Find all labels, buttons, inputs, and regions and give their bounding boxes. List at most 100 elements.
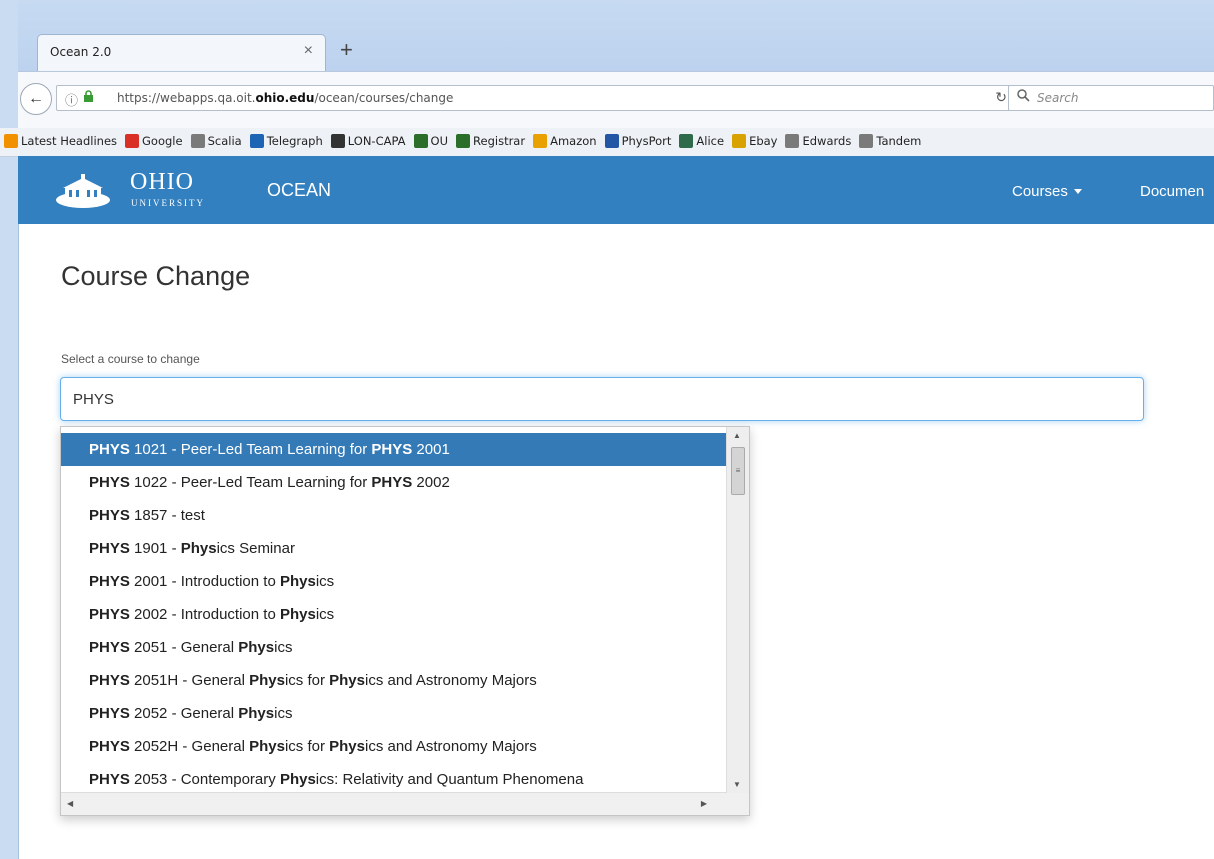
bookmark-tandem[interactable]: Tandem: [859, 134, 921, 148]
suggestion-item[interactable]: PHYS 1022 - Peer-Led Team Learning for P…: [61, 466, 727, 499]
scroll-down-arrow-icon[interactable]: ▼: [733, 780, 741, 789]
bookmark-alice[interactable]: Alice: [679, 134, 724, 148]
globe-icon: [859, 134, 874, 148]
suggestion-text: ics and Astronomy Majors: [365, 672, 537, 689]
bookmark-physport[interactable]: PhysPort: [604, 134, 672, 148]
page-title: Course Change: [61, 261, 251, 291]
scroll-right-arrow-icon[interactable]: ▶: [701, 799, 707, 808]
logo-ohio[interactable]: OHIO: [130, 169, 194, 196]
gift-icon: [732, 134, 747, 148]
match-highlight: Phys: [329, 672, 365, 689]
reload-icon[interactable]: ↻: [995, 89, 1007, 106]
bookmark-google[interactable]: Google: [125, 134, 183, 148]
match-highlight: Phys: [249, 672, 285, 689]
bookmark-amazon[interactable]: Amazon: [533, 134, 597, 148]
suggestion-text: ics: [274, 639, 293, 656]
browser-search-box[interactable]: Search: [1008, 85, 1214, 111]
nav-documents[interactable]: Documen: [1140, 183, 1204, 200]
suggestion-text: 1022 - Peer-Led Team Learning for: [129, 474, 372, 491]
suggestion-text: 1021 - Peer-Led Team Learning for: [129, 441, 372, 458]
url-bar[interactable]: ⓘ https://webapps.qa.oit.ohio.edu/ocean/…: [56, 85, 1018, 111]
close-icon[interactable]: ×: [304, 42, 313, 60]
bookmark-label: OU: [430, 134, 449, 148]
match-highlight: Phys: [329, 738, 365, 755]
match-highlight: Phys: [279, 606, 316, 623]
suggestion-text: ics: Relativity and Quantum Phenomena: [315, 771, 584, 788]
search-icon: [1017, 89, 1030, 105]
suggestion-text: ics Seminar: [216, 540, 295, 557]
match-highlight: PHYS: [371, 474, 413, 491]
caret-down-icon: [1073, 189, 1082, 194]
browser-window: Ocean 2.0 × + ← ⓘ https://webapps.qa.oit…: [0, 0, 1214, 859]
tab-ocean[interactable]: Ocean 2.0 ×: [37, 34, 326, 71]
match-highlight: PHYS: [89, 672, 130, 689]
bookmark-label: Ebay: [749, 134, 778, 148]
suggestion-item[interactable]: PHYS 2002 - Introduction to Physics: [61, 598, 727, 631]
course-field-label: Select a course to change: [61, 352, 200, 366]
course-search-input[interactable]: [60, 377, 1144, 421]
app-navbar: OHIO UNIVERSITY OCEAN Courses Documen: [18, 156, 1214, 224]
suggestion-text: 2001 - Introduction to: [129, 573, 280, 590]
suggestion-item[interactable]: PHYS 2001 - Introduction to Physics: [61, 565, 727, 598]
telegraph-icon: [249, 134, 264, 148]
logo-university[interactable]: UNIVERSITY: [131, 198, 205, 208]
match-highlight: PHYS: [89, 540, 130, 557]
match-highlight: PHYS: [89, 606, 130, 623]
horizontal-scrollbar[interactable]: ◀ ▶: [61, 792, 727, 815]
bookmark-telegraph[interactable]: Telegraph: [249, 134, 323, 148]
suggestion-text: 2002: [412, 474, 450, 491]
bookmark-label: Alice: [696, 134, 725, 148]
suggestion-item[interactable]: PHYS 2051 - General Physics: [61, 631, 727, 664]
bookmark-label: PhysPort: [621, 134, 672, 148]
loncapa-icon: [330, 134, 345, 148]
match-highlight: PHYS: [89, 441, 130, 458]
bookmark-ou[interactable]: OU: [413, 134, 449, 148]
suggestion-text: 2051H - General: [129, 672, 250, 689]
match-highlight: PHYS: [89, 639, 130, 656]
suggestion-item[interactable]: PHYS 2051H - General Physics for Physics…: [61, 664, 727, 697]
match-highlight: Phys: [279, 573, 316, 590]
suggestion-text: 2052 - General: [129, 705, 239, 722]
vertical-scrollbar[interactable]: ▲ ≡ ▼: [726, 427, 749, 793]
bookmark-label: LON-CAPA: [347, 134, 406, 148]
ohio-icon: [413, 134, 428, 148]
new-tab-plus-icon[interactable]: +: [340, 37, 353, 63]
bookmark-label: Scalia: [207, 134, 242, 148]
bookmark-registrar[interactable]: Registrar: [456, 134, 525, 148]
suggestion-item[interactable]: PHYS 1901 - Physics Seminar: [61, 532, 727, 565]
bookmark-ebay[interactable]: Ebay: [732, 134, 777, 148]
nav-courses-dropdown[interactable]: Courses: [1012, 183, 1082, 200]
scroll-left-arrow-icon[interactable]: ◀: [67, 799, 73, 808]
globe-icon: [785, 134, 800, 148]
bookmark-label: Tandem: [876, 134, 922, 148]
bookmark-lon-capa[interactable]: LON-CAPA: [330, 134, 406, 148]
suggestion-text: 1901 -: [129, 540, 181, 557]
bookmark-edwards[interactable]: Edwards: [785, 134, 851, 148]
bookmark-latest-headlines[interactable]: Latest Headlines: [4, 134, 117, 148]
match-highlight: PHYS: [371, 441, 413, 458]
info-icon[interactable]: ⓘ: [65, 90, 78, 109]
suggestion-item[interactable]: PHYS 1857 - test: [61, 499, 727, 532]
ohio-university-emblem-icon[interactable]: [55, 174, 111, 208]
suggestion-item[interactable]: PHYS 2052H - General Physics for Physics…: [61, 730, 727, 763]
suggestion-text: ics: [274, 705, 293, 722]
bookmark-label: Registrar: [473, 134, 526, 148]
scroll-up-arrow-icon[interactable]: ▲: [733, 431, 741, 440]
bookmark-label: Google: [142, 134, 183, 148]
scrollbar-thumb[interactable]: ≡: [731, 447, 745, 495]
gmail-icon: [125, 134, 140, 148]
bookmark-scalia[interactable]: Scalia: [190, 134, 242, 148]
physport-icon: [604, 134, 619, 148]
suggestion-item[interactable]: PHYS 1021 - Peer-Led Team Learning for P…: [61, 433, 727, 466]
search-placeholder: Search: [1037, 91, 1079, 105]
brand-ocean[interactable]: OCEAN: [267, 180, 331, 201]
suggestion-text: 1857 - test: [129, 507, 205, 524]
back-arrow-icon[interactable]: ←: [20, 83, 52, 115]
rss-icon: [4, 134, 18, 148]
tab-title: Ocean 2.0: [50, 45, 112, 59]
match-highlight: Phys: [238, 639, 275, 656]
suggestion-text: ics for: [284, 738, 330, 755]
browser-chrome: Ocean 2.0 × + ← ⓘ https://webapps.qa.oit…: [0, 0, 1214, 157]
suggestion-item[interactable]: PHYS 2052 - General Physics: [61, 697, 727, 730]
tab-strip: Ocean 2.0 × +: [18, 0, 1214, 71]
